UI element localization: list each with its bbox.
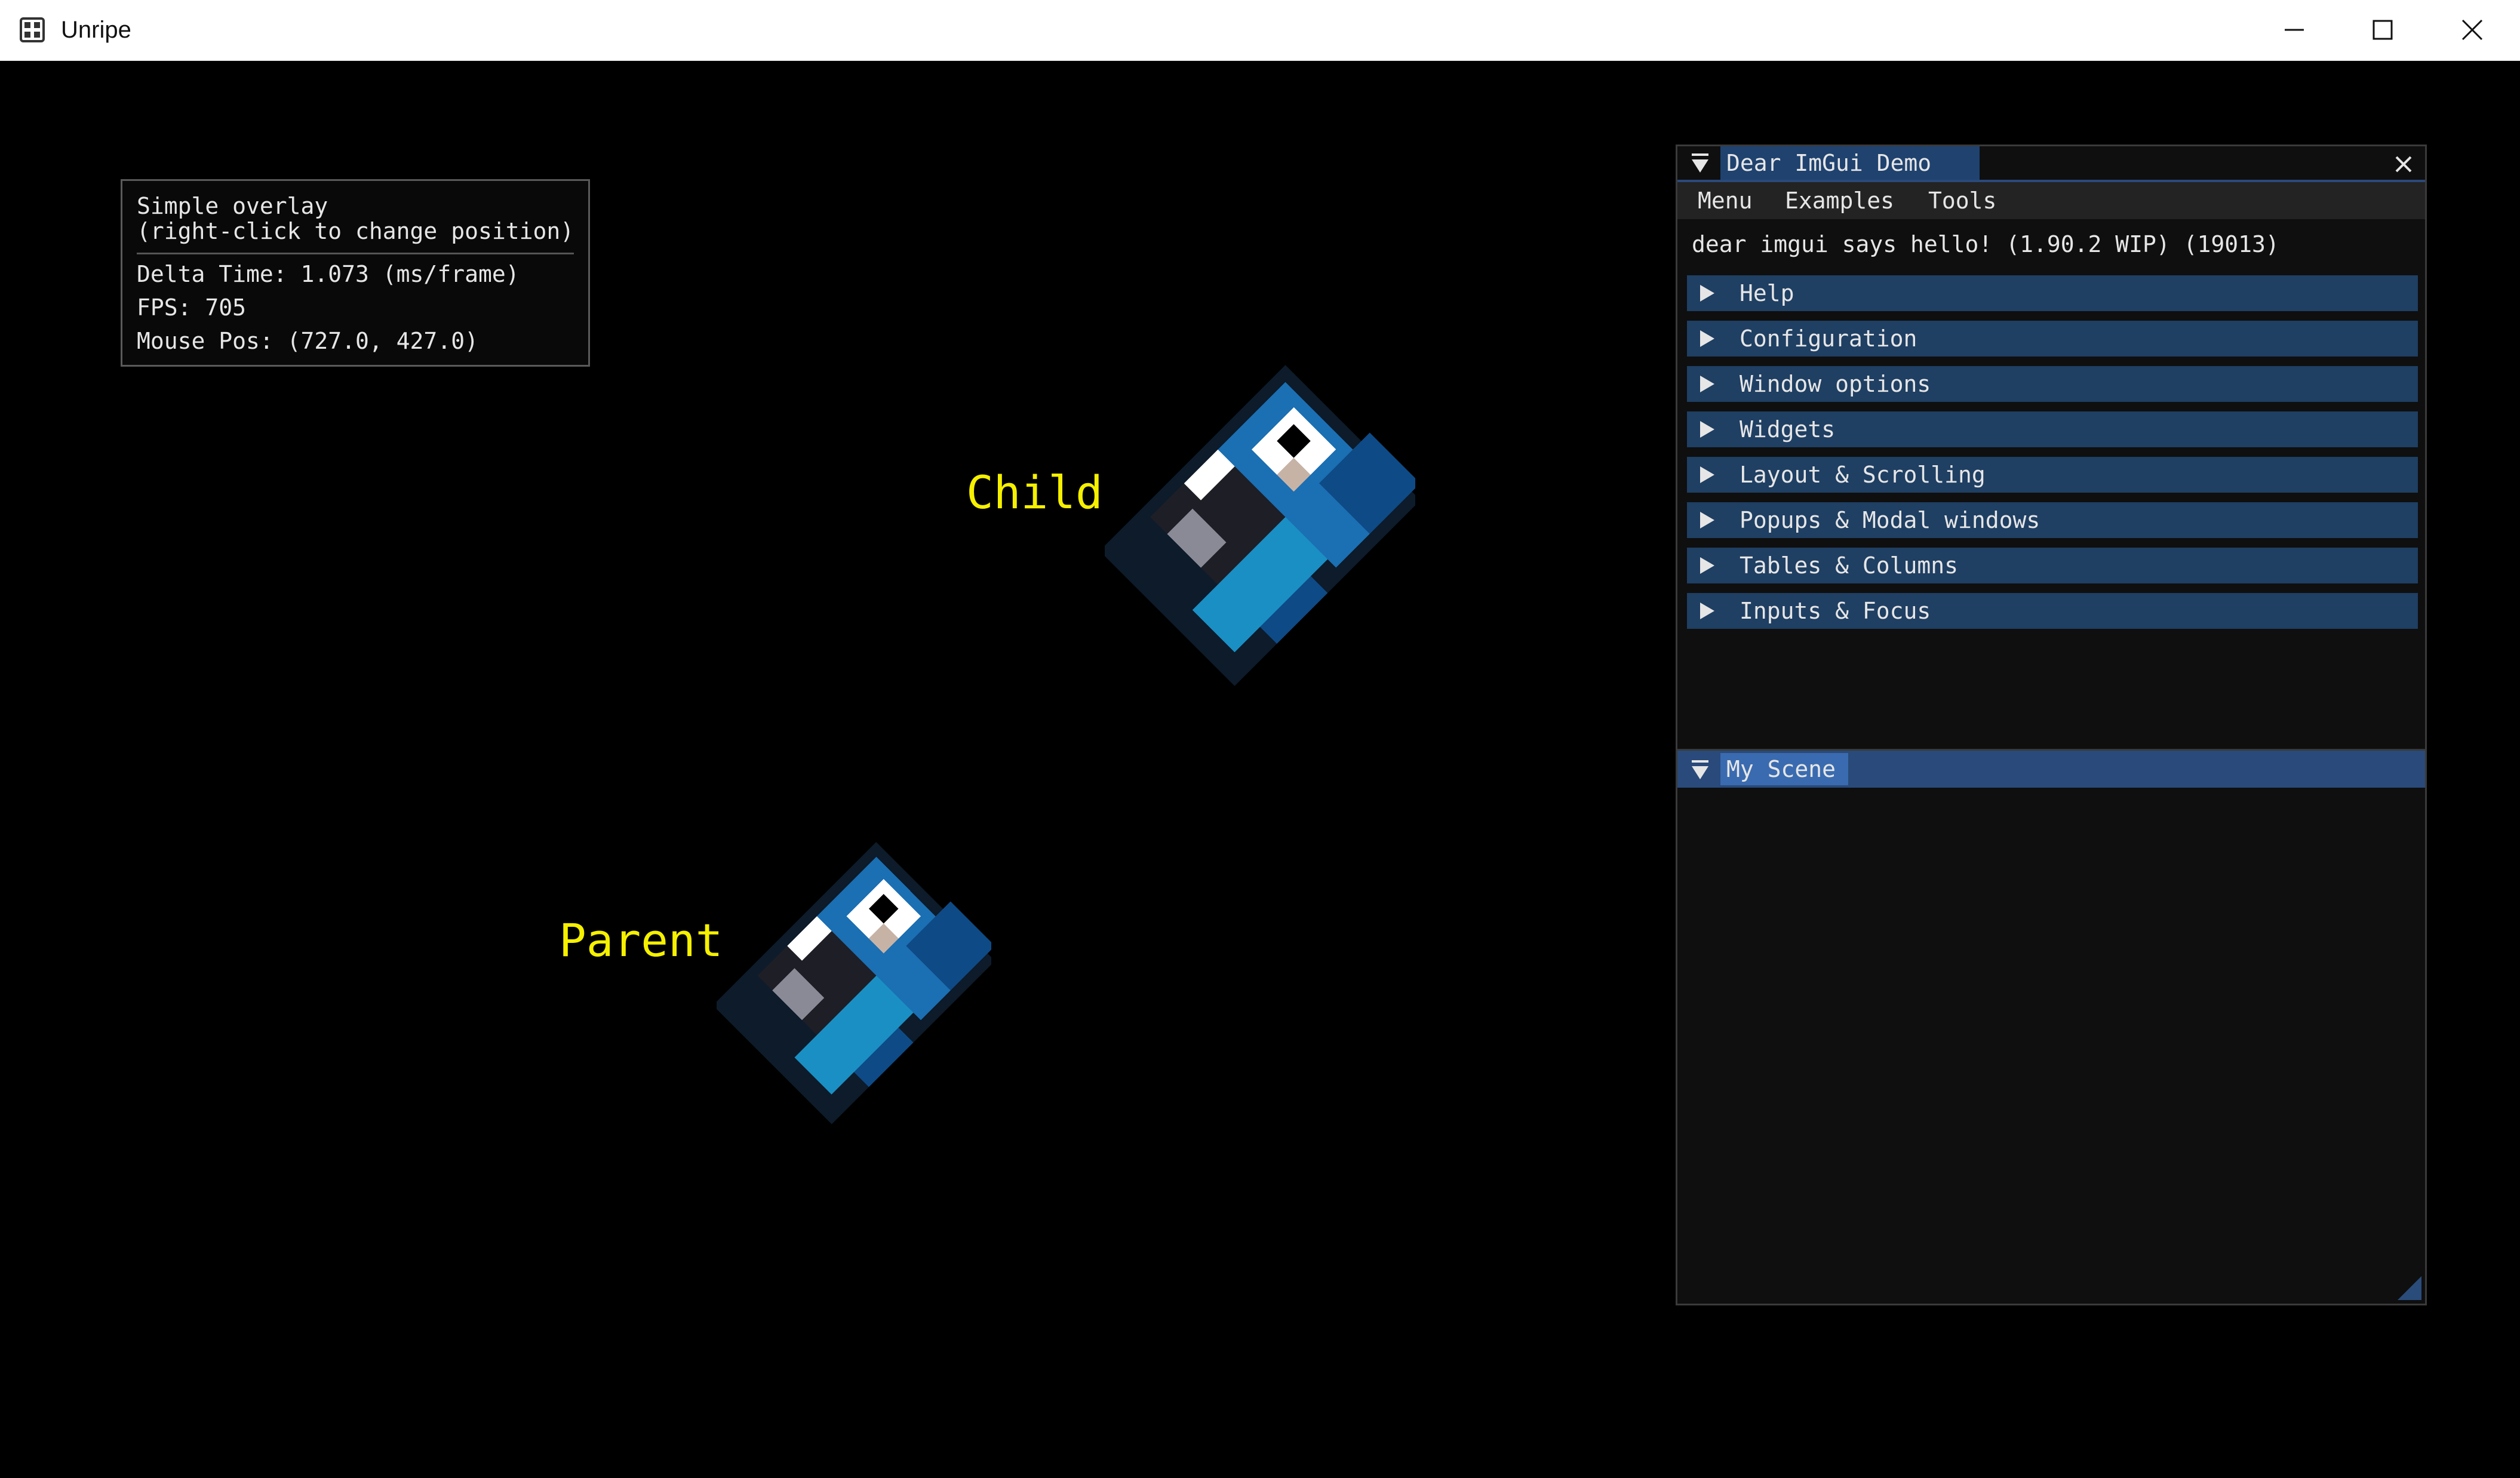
close-button[interactable]: [2428, 0, 2516, 60]
window-menu-button[interactable]: [1677, 146, 1720, 180]
demo-tab-label: Dear ImGui Demo: [1726, 150, 1932, 176]
overlay-title: Simple overlay: [137, 193, 328, 219]
window-title: Unripe: [61, 17, 131, 43]
simple-overlay[interactable]: Simple overlay (right-click to change po…: [121, 179, 590, 367]
collapse-arrow-icon: [1692, 766, 1708, 779]
header-label: Window options: [1740, 371, 1931, 397]
hello-text: dear imgui says hello! (1.90.2 WIP) (190…: [1692, 231, 2279, 257]
close-icon: [2395, 156, 2412, 173]
delta-time-text: Delta Time: 1.073 (ms/frame): [137, 261, 520, 287]
header-label: Popups & Modal windows: [1740, 507, 2040, 533]
header-layout-scrolling[interactable]: Layout & Scrolling: [1687, 457, 2418, 493]
header-label: Layout & Scrolling: [1740, 462, 1986, 488]
header-label: Help: [1740, 280, 1794, 306]
header-tables-columns[interactable]: Tables & Columns: [1687, 548, 2418, 583]
parent-sprite: [717, 841, 991, 1124]
window-menu-icon: [1692, 760, 1708, 763]
mouse-pos-text: Mouse Pos: (727.0, 427.0): [137, 328, 478, 354]
child-label: Child: [966, 466, 1103, 519]
header-label: Widgets: [1740, 416, 1836, 443]
header-label: Tables & Columns: [1740, 552, 1959, 579]
expand-arrow-icon: [1700, 376, 1714, 392]
header-label: Configuration: [1740, 325, 1917, 352]
header-inputs-focus[interactable]: Inputs & Focus: [1687, 593, 2418, 629]
maximize-button[interactable]: [2338, 0, 2427, 60]
expand-arrow-icon: [1700, 330, 1714, 347]
scene-window-menu-button[interactable]: [1677, 751, 1720, 788]
menu-item-tools[interactable]: Tools: [1928, 182, 1996, 219]
collapse-arrow-icon: [1692, 159, 1708, 173]
header-help[interactable]: Help: [1687, 275, 2418, 311]
overlay-separator: [137, 253, 574, 254]
demo-tabbar: Dear ImGui Demo: [1677, 146, 2425, 182]
window-menu-icon: [1692, 153, 1708, 156]
expand-arrow-icon: [1700, 285, 1714, 302]
app-icon: [20, 17, 45, 42]
resize-grip[interactable]: [2398, 1276, 2421, 1300]
expand-arrow-icon: [1700, 512, 1714, 528]
scene-window[interactable]: My Scene: [1676, 749, 2427, 1305]
fps-text: FPS: 705: [137, 294, 247, 321]
parent-label: Parent: [559, 914, 723, 967]
demo-menubar: Menu Examples Tools: [1677, 182, 2425, 219]
demo-close-button[interactable]: [2390, 151, 2417, 177]
header-label: Inputs & Focus: [1740, 598, 1931, 624]
expand-arrow-icon: [1700, 466, 1714, 483]
maximize-icon: [2373, 20, 2393, 40]
header-widgets[interactable]: Widgets: [1687, 411, 2418, 447]
menu-item-menu[interactable]: Menu: [1698, 182, 1753, 219]
expand-arrow-icon: [1700, 603, 1714, 619]
scene-tab-label: My Scene: [1726, 756, 1836, 782]
scene-titlebar: My Scene: [1677, 751, 2425, 788]
close-icon: [2461, 19, 2483, 41]
expand-arrow-icon: [1700, 421, 1714, 438]
expand-arrow-icon: [1700, 557, 1714, 574]
window-titlebar: Unripe: [0, 0, 2520, 61]
header-window-options[interactable]: Window options: [1687, 366, 2418, 402]
child-sprite: [1105, 365, 1415, 686]
demo-tab[interactable]: Dear ImGui Demo: [1720, 146, 1980, 180]
header-popups-modal[interactable]: Popups & Modal windows: [1687, 502, 2418, 538]
menu-item-examples[interactable]: Examples: [1785, 182, 1894, 219]
minimize-button[interactable]: [2250, 0, 2338, 60]
minimize-icon: [2285, 29, 2304, 31]
header-configuration[interactable]: Configuration: [1687, 321, 2418, 357]
overlay-hint: (right-click to change position): [137, 218, 574, 244]
scene-tab[interactable]: My Scene: [1720, 753, 1848, 785]
